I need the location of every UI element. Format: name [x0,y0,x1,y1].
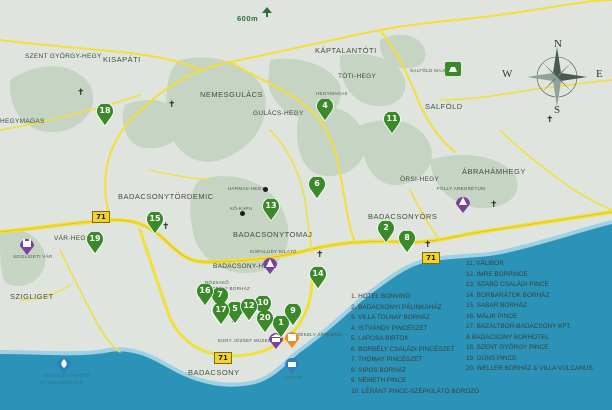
winery-pin-13[interactable]: 13 [262,199,280,221]
winery-pin-6[interactable]: 6 [308,177,326,199]
legend-right: 11. VÁLIBOR 12. IMRE BORPINCE 13. SZABÓ … [466,259,593,375]
town-badacsonyors: BADACSONYÖRS [368,212,438,221]
road-71-shield: 71 [422,252,440,264]
small-harmas-hegy: HÁRMAS-HEGY [228,186,265,191]
hill-toti: TÓTI-HEGY [338,73,377,80]
town-badacsony: BADACSONY [188,368,240,377]
wine-route-map[interactable]: N E S W 600m KISAPÁTI NEMESGULÁCS KÁPTAL… [0,0,612,410]
hill-hegymagas: HEGYMAGAS [0,118,45,125]
legend-item: 2. BADACSONYI PÁLINKAHÁZ [351,303,442,311]
winery-pin-15[interactable]: 15 [146,212,164,234]
legend-item: 16. MÁLIK PINCE [466,312,518,320]
church-icon: ✝ [490,200,498,210]
winery-pin-19[interactable]: 19 [86,232,104,254]
legend-item: 8. SIPOS BORHÁZ [351,366,407,374]
winery-pin-11[interactable]: 11 [383,112,401,134]
town-nemesgulacs: NEMESGULÁCS [200,90,264,99]
church-icon: ✝ [546,115,554,125]
small-hegymagas: HEGYMAGAS [316,91,348,96]
winery-pin-17[interactable]: 17 [212,303,230,325]
legend-item: 3. VILLA TOLNAY BORHÁZ [351,314,431,321]
elevation-label: 600m [237,14,259,23]
hill-szent-gyorgy: SZENT GYÖRGY-HEGY [25,53,102,60]
viewpoint-icon [240,211,245,216]
town-szigliget: SZIGLIGET [10,292,54,301]
winery-pin-9[interactable]: 9 [284,304,302,326]
hill-gulacs: GULÁCS-HEGY [253,110,304,117]
church-icon: ✝ [316,250,324,260]
legend-item: 18. SZENT GYÖRGY PINCE [466,344,549,351]
compass-s: S [554,104,561,116]
arboretum-icon[interactable] [455,195,471,213]
road-71-shield: 71 [92,211,110,223]
legend-item: 7. THOMAY PINCÉSZET [351,356,423,363]
church-icon: ✝ [77,88,85,98]
winery-pin-4[interactable]: 4 [316,99,334,121]
compass-w: W [502,68,513,80]
animal-park-icon[interactable] [445,62,461,80]
legend-item: 20. WELLER BORHÁZ & VILLA VULCANUS [466,365,593,372]
church-icon: ✝ [424,240,432,250]
legend-item: 11. VÁLIBOR [466,260,504,267]
legend-item: 1. HOTEL BONVINO [351,293,411,300]
legend-item: & BADACSONY BORHOTEL [466,333,549,341]
town-badacsonytomaj: BADACSONYTOMAJ [233,230,313,239]
ferry-icon[interactable] [284,356,300,374]
landmark-icon[interactable] [262,256,278,274]
small-kisfaludy: KISFALUDY KILÁTÓ [250,249,297,254]
road-71-shield: 71 [214,352,232,364]
winery-pin-20[interactable]: 20 [256,311,274,333]
legend-item: 10. LÉRÁNT PINCE-SZÉPKILÁTÓ BOROZÓ [351,387,480,395]
legend-left: 1. HOTEL BONVINO 2. BADACSONYI PÁLINKAHÁ… [351,292,479,397]
town-kaptalantoti: KÁPTALANTÓTI [315,46,377,55]
legend-item: 14. BORBARÁTOK BORHÁZ [466,291,550,299]
harbor-icon[interactable] [56,356,72,374]
castle-icon[interactable] [19,237,35,255]
small-folly: FOLLY ARBORÉTUM [437,186,486,191]
town-kisapati: KISAPÁTI [103,55,141,64]
winery-pin-2[interactable]: 2 [377,221,395,243]
town-abrahamhegy: ÁBRAHÁMHEGY [462,167,526,176]
legend-item: 4. ISTVÁNDY PINCÉSZET [351,324,428,332]
small-egry-muzeum: EGRY JÓZSEF MÚZEUM [218,338,276,343]
arrow-up-icon [262,2,272,17]
church-icon: ✝ [168,100,176,110]
legend-item: 13. SZABÓ CSALÁDI PINCE [466,281,549,288]
winery-pin-14[interactable]: 14 [309,267,327,289]
town-badacsonytordemic: BADACSONYTÖRDEMIC [118,192,214,201]
small-szekely: SZÉKELY ÁRTEMISZ [294,332,343,337]
legend-item: 15. SABAR BORHÁZ [466,302,527,309]
hill-var: VÁR-HEGY [54,235,91,242]
legend-item: 9. NÉMETH PINCE [351,377,407,384]
small-vitorlas: VITORLÁSKIKÖTŐ [40,380,84,385]
legend-item: 12. IMRE BORPINCE [466,270,528,278]
viewpoint-icon [263,187,268,192]
legend-item: 19. GÜNS PINCE [466,354,517,362]
town-salfold: SALFÖLD [425,102,463,111]
legend-item: 5. LAPOSA BIRTOK [351,335,409,342]
winery-pin-8[interactable]: 8 [398,231,416,253]
compass-n: N [554,38,562,50]
compass-rose [527,47,587,107]
legend-item: 6. BORBÉLY CSALÁDI PINCÉSZET [351,345,455,353]
hill-orsi: ÖRSI-HEGY [400,176,440,183]
legend-item: 17. BAZALTBOR-BADACSONY KFT. [466,323,572,330]
small-kikoto: KIKÖTŐ [284,375,303,380]
winery-pin-18[interactable]: 18 [96,104,114,126]
compass-e: E [596,68,603,80]
